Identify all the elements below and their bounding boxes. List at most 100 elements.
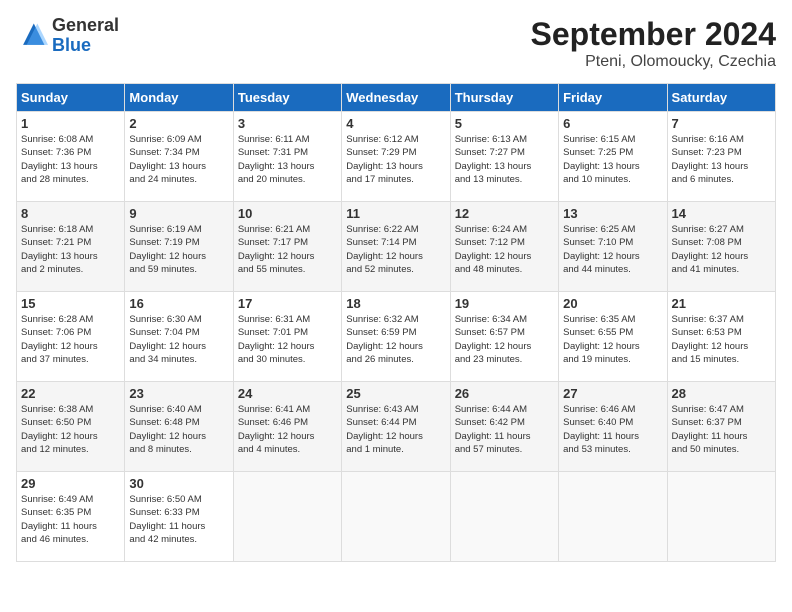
col-monday: Monday	[125, 84, 233, 112]
day-number: 16	[129, 296, 228, 311]
day-number: 5	[455, 116, 554, 131]
location-title: Pteni, Olomoucky, Czechia	[531, 53, 776, 71]
calendar-cell	[450, 472, 558, 562]
calendar-cell: 15Sunrise: 6:28 AM Sunset: 7:06 PM Dayli…	[17, 292, 125, 382]
calendar-cell: 21Sunrise: 6:37 AM Sunset: 6:53 PM Dayli…	[667, 292, 775, 382]
day-info: Sunrise: 6:30 AM Sunset: 7:04 PM Dayligh…	[129, 313, 228, 366]
day-info: Sunrise: 6:11 AM Sunset: 7:31 PM Dayligh…	[238, 133, 337, 186]
day-info: Sunrise: 6:44 AM Sunset: 6:42 PM Dayligh…	[455, 403, 554, 456]
calendar-cell: 10 Sunrise: 6:21 AM Sunset: 7:17 PM Dayli…	[233, 202, 341, 292]
day-info: Sunrise: 6:18 AM Sunset: 7:21 PM Dayligh…	[21, 223, 120, 276]
calendar-cell: 17 Sunrise: 6:31 AM Sunset: 7:01 PM Dayli…	[233, 292, 341, 382]
day-info: Sunrise: 6:31 AM Sunset: 7:01 PM Dayligh…	[238, 313, 337, 366]
day-number: 8	[21, 206, 120, 221]
col-friday: Friday	[559, 84, 667, 112]
calendar-row: 22 Sunrise: 6:38 AM Sunset: 6:50 PM Dayli…	[17, 382, 776, 472]
calendar-row: 8 Sunrise: 6:18 AM Sunset: 7:21 PM Daylig…	[17, 202, 776, 292]
calendar-cell: 8 Sunrise: 6:18 AM Sunset: 7:21 PM Daylig…	[17, 202, 125, 292]
calendar-cell: 30 Sunrise: 6:50 AM Sunset: 6:33 PM Dayli…	[125, 472, 233, 562]
calendar-cell: 27Sunrise: 6:46 AM Sunset: 6:40 PM Dayli…	[559, 382, 667, 472]
calendar-table: Sunday Monday Tuesday Wednesday Thursday…	[16, 83, 776, 562]
day-number: 13	[563, 206, 662, 221]
calendar-cell: 26 Sunrise: 6:44 AM Sunset: 6:42 PM Dayli…	[450, 382, 558, 472]
day-info: Sunrise: 6:41 AM Sunset: 6:46 PM Dayligh…	[238, 403, 337, 456]
day-number: 11	[346, 206, 445, 221]
day-number: 17	[238, 296, 337, 311]
day-number: 7	[672, 116, 771, 131]
calendar-row: 1Sunrise: 6:08 AM Sunset: 7:36 PM Daylig…	[17, 112, 776, 202]
day-info: Sunrise: 6:12 AM Sunset: 7:29 PM Dayligh…	[346, 133, 445, 186]
calendar-cell: 19 Sunrise: 6:34 AM Sunset: 6:57 PM Dayli…	[450, 292, 558, 382]
calendar-cell: 29 Sunrise: 6:49 AM Sunset: 6:35 PM Dayli…	[17, 472, 125, 562]
calendar-cell: 18Sunrise: 6:32 AM Sunset: 6:59 PM Dayli…	[342, 292, 450, 382]
calendar-cell: 16 Sunrise: 6:30 AM Sunset: 7:04 PM Dayli…	[125, 292, 233, 382]
month-title: September 2024	[531, 16, 776, 53]
day-number: 22	[21, 386, 120, 401]
day-number: 21	[672, 296, 771, 311]
logo: General Blue	[16, 16, 119, 56]
day-number: 19	[455, 296, 554, 311]
day-info: Sunrise: 6:40 AM Sunset: 6:48 PM Dayligh…	[129, 403, 228, 456]
day-info: Sunrise: 6:50 AM Sunset: 6:33 PM Dayligh…	[129, 493, 228, 546]
calendar-cell: 1Sunrise: 6:08 AM Sunset: 7:36 PM Daylig…	[17, 112, 125, 202]
day-number: 30	[129, 476, 228, 491]
calendar-cell	[559, 472, 667, 562]
page-header: General Blue September 2024 Pteni, Olomo…	[16, 16, 776, 71]
day-info: Sunrise: 6:27 AM Sunset: 7:08 PM Dayligh…	[672, 223, 771, 276]
logo-general-text: General	[52, 15, 119, 35]
calendar-cell: 13 Sunrise: 6:25 AM Sunset: 7:10 PM Dayli…	[559, 202, 667, 292]
day-info: Sunrise: 6:25 AM Sunset: 7:10 PM Dayligh…	[563, 223, 662, 276]
calendar-cell	[667, 472, 775, 562]
day-number: 2	[129, 116, 228, 131]
calendar-cell: 4Sunrise: 6:12 AM Sunset: 7:29 PM Daylig…	[342, 112, 450, 202]
day-info: Sunrise: 6:35 AM Sunset: 6:55 PM Dayligh…	[563, 313, 662, 366]
calendar-cell: 14 Sunrise: 6:27 AM Sunset: 7:08 PM Dayli…	[667, 202, 775, 292]
day-info: Sunrise: 6:15 AM Sunset: 7:25 PM Dayligh…	[563, 133, 662, 186]
calendar-cell: 24 Sunrise: 6:41 AM Sunset: 6:46 PM Dayli…	[233, 382, 341, 472]
calendar-header-row: Sunday Monday Tuesday Wednesday Thursday…	[17, 84, 776, 112]
day-number: 27	[563, 386, 662, 401]
calendar-cell: 23Sunrise: 6:40 AM Sunset: 6:48 PM Dayli…	[125, 382, 233, 472]
day-number: 28	[672, 386, 771, 401]
col-wednesday: Wednesday	[342, 84, 450, 112]
day-info: Sunrise: 6:28 AM Sunset: 7:06 PM Dayligh…	[21, 313, 120, 366]
day-info: Sunrise: 6:16 AM Sunset: 7:23 PM Dayligh…	[672, 133, 771, 186]
col-sunday: Sunday	[17, 84, 125, 112]
day-info: Sunrise: 6:09 AM Sunset: 7:34 PM Dayligh…	[129, 133, 228, 186]
day-number: 14	[672, 206, 771, 221]
day-info: Sunrise: 6:21 AM Sunset: 7:17 PM Dayligh…	[238, 223, 337, 276]
day-number: 1	[21, 116, 120, 131]
day-info: Sunrise: 6:38 AM Sunset: 6:50 PM Dayligh…	[21, 403, 120, 456]
day-number: 24	[238, 386, 337, 401]
calendar-row: 29 Sunrise: 6:49 AM Sunset: 6:35 PM Dayli…	[17, 472, 776, 562]
day-info: Sunrise: 6:13 AM Sunset: 7:27 PM Dayligh…	[455, 133, 554, 186]
day-info: Sunrise: 6:22 AM Sunset: 7:14 PM Dayligh…	[346, 223, 445, 276]
calendar-cell: 20 Sunrise: 6:35 AM Sunset: 6:55 PM Dayli…	[559, 292, 667, 382]
calendar-cell: 25Sunrise: 6:43 AM Sunset: 6:44 PM Dayli…	[342, 382, 450, 472]
day-number: 26	[455, 386, 554, 401]
logo-icon	[16, 20, 48, 52]
calendar-cell: 5 Sunrise: 6:13 AM Sunset: 7:27 PM Daylig…	[450, 112, 558, 202]
day-info: Sunrise: 6:34 AM Sunset: 6:57 PM Dayligh…	[455, 313, 554, 366]
day-number: 10	[238, 206, 337, 221]
col-saturday: Saturday	[667, 84, 775, 112]
title-block: September 2024 Pteni, Olomoucky, Czechia	[531, 16, 776, 71]
calendar-cell: 12Sunrise: 6:24 AM Sunset: 7:12 PM Dayli…	[450, 202, 558, 292]
day-info: Sunrise: 6:49 AM Sunset: 6:35 PM Dayligh…	[21, 493, 120, 546]
day-number: 9	[129, 206, 228, 221]
logo-blue-text: Blue	[52, 35, 91, 55]
calendar-cell: 7 Sunrise: 6:16 AM Sunset: 7:23 PM Daylig…	[667, 112, 775, 202]
day-number: 3	[238, 116, 337, 131]
day-info: Sunrise: 6:24 AM Sunset: 7:12 PM Dayligh…	[455, 223, 554, 276]
calendar-cell: 2 Sunrise: 6:09 AM Sunset: 7:34 PM Daylig…	[125, 112, 233, 202]
day-number: 20	[563, 296, 662, 311]
day-info: Sunrise: 6:32 AM Sunset: 6:59 PM Dayligh…	[346, 313, 445, 366]
calendar-cell: 11 Sunrise: 6:22 AM Sunset: 7:14 PM Dayli…	[342, 202, 450, 292]
day-number: 29	[21, 476, 120, 491]
col-tuesday: Tuesday	[233, 84, 341, 112]
calendar-row: 15Sunrise: 6:28 AM Sunset: 7:06 PM Dayli…	[17, 292, 776, 382]
calendar-cell: 6Sunrise: 6:15 AM Sunset: 7:25 PM Daylig…	[559, 112, 667, 202]
calendar-cell: 28Sunrise: 6:47 AM Sunset: 6:37 PM Dayli…	[667, 382, 775, 472]
calendar-cell	[342, 472, 450, 562]
calendar-cell	[233, 472, 341, 562]
